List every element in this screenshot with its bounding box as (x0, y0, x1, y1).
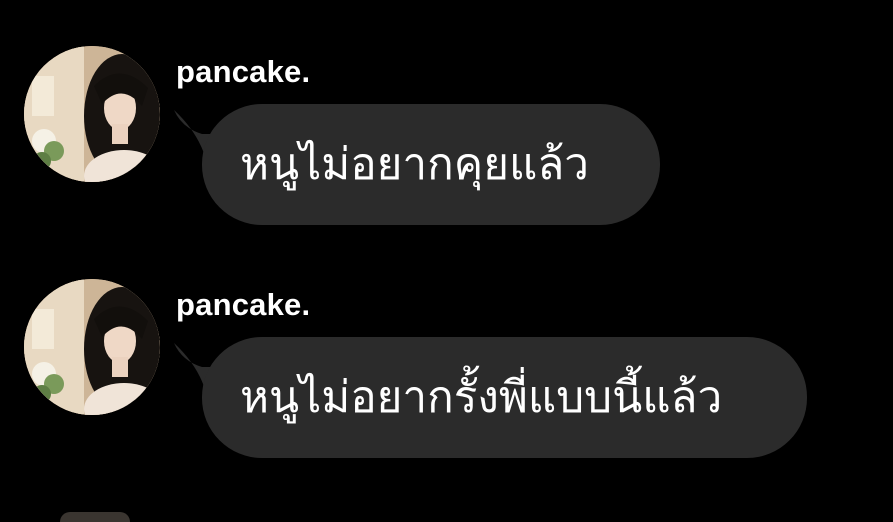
sender-avatar[interactable] (24, 46, 160, 182)
message-bubble[interactable]: หนูไม่อยากรั้งพี่แบบนี้แล้ว (202, 337, 807, 458)
sender-name: pancake. (176, 54, 311, 89)
avatar-photo (24, 279, 160, 415)
message-bubble[interactable]: หนูไม่อยากคุยแล้ว (202, 104, 660, 225)
avatar-photo (24, 46, 160, 182)
sender-avatar[interactable] (24, 279, 160, 415)
sender-name: pancake. (176, 287, 311, 322)
